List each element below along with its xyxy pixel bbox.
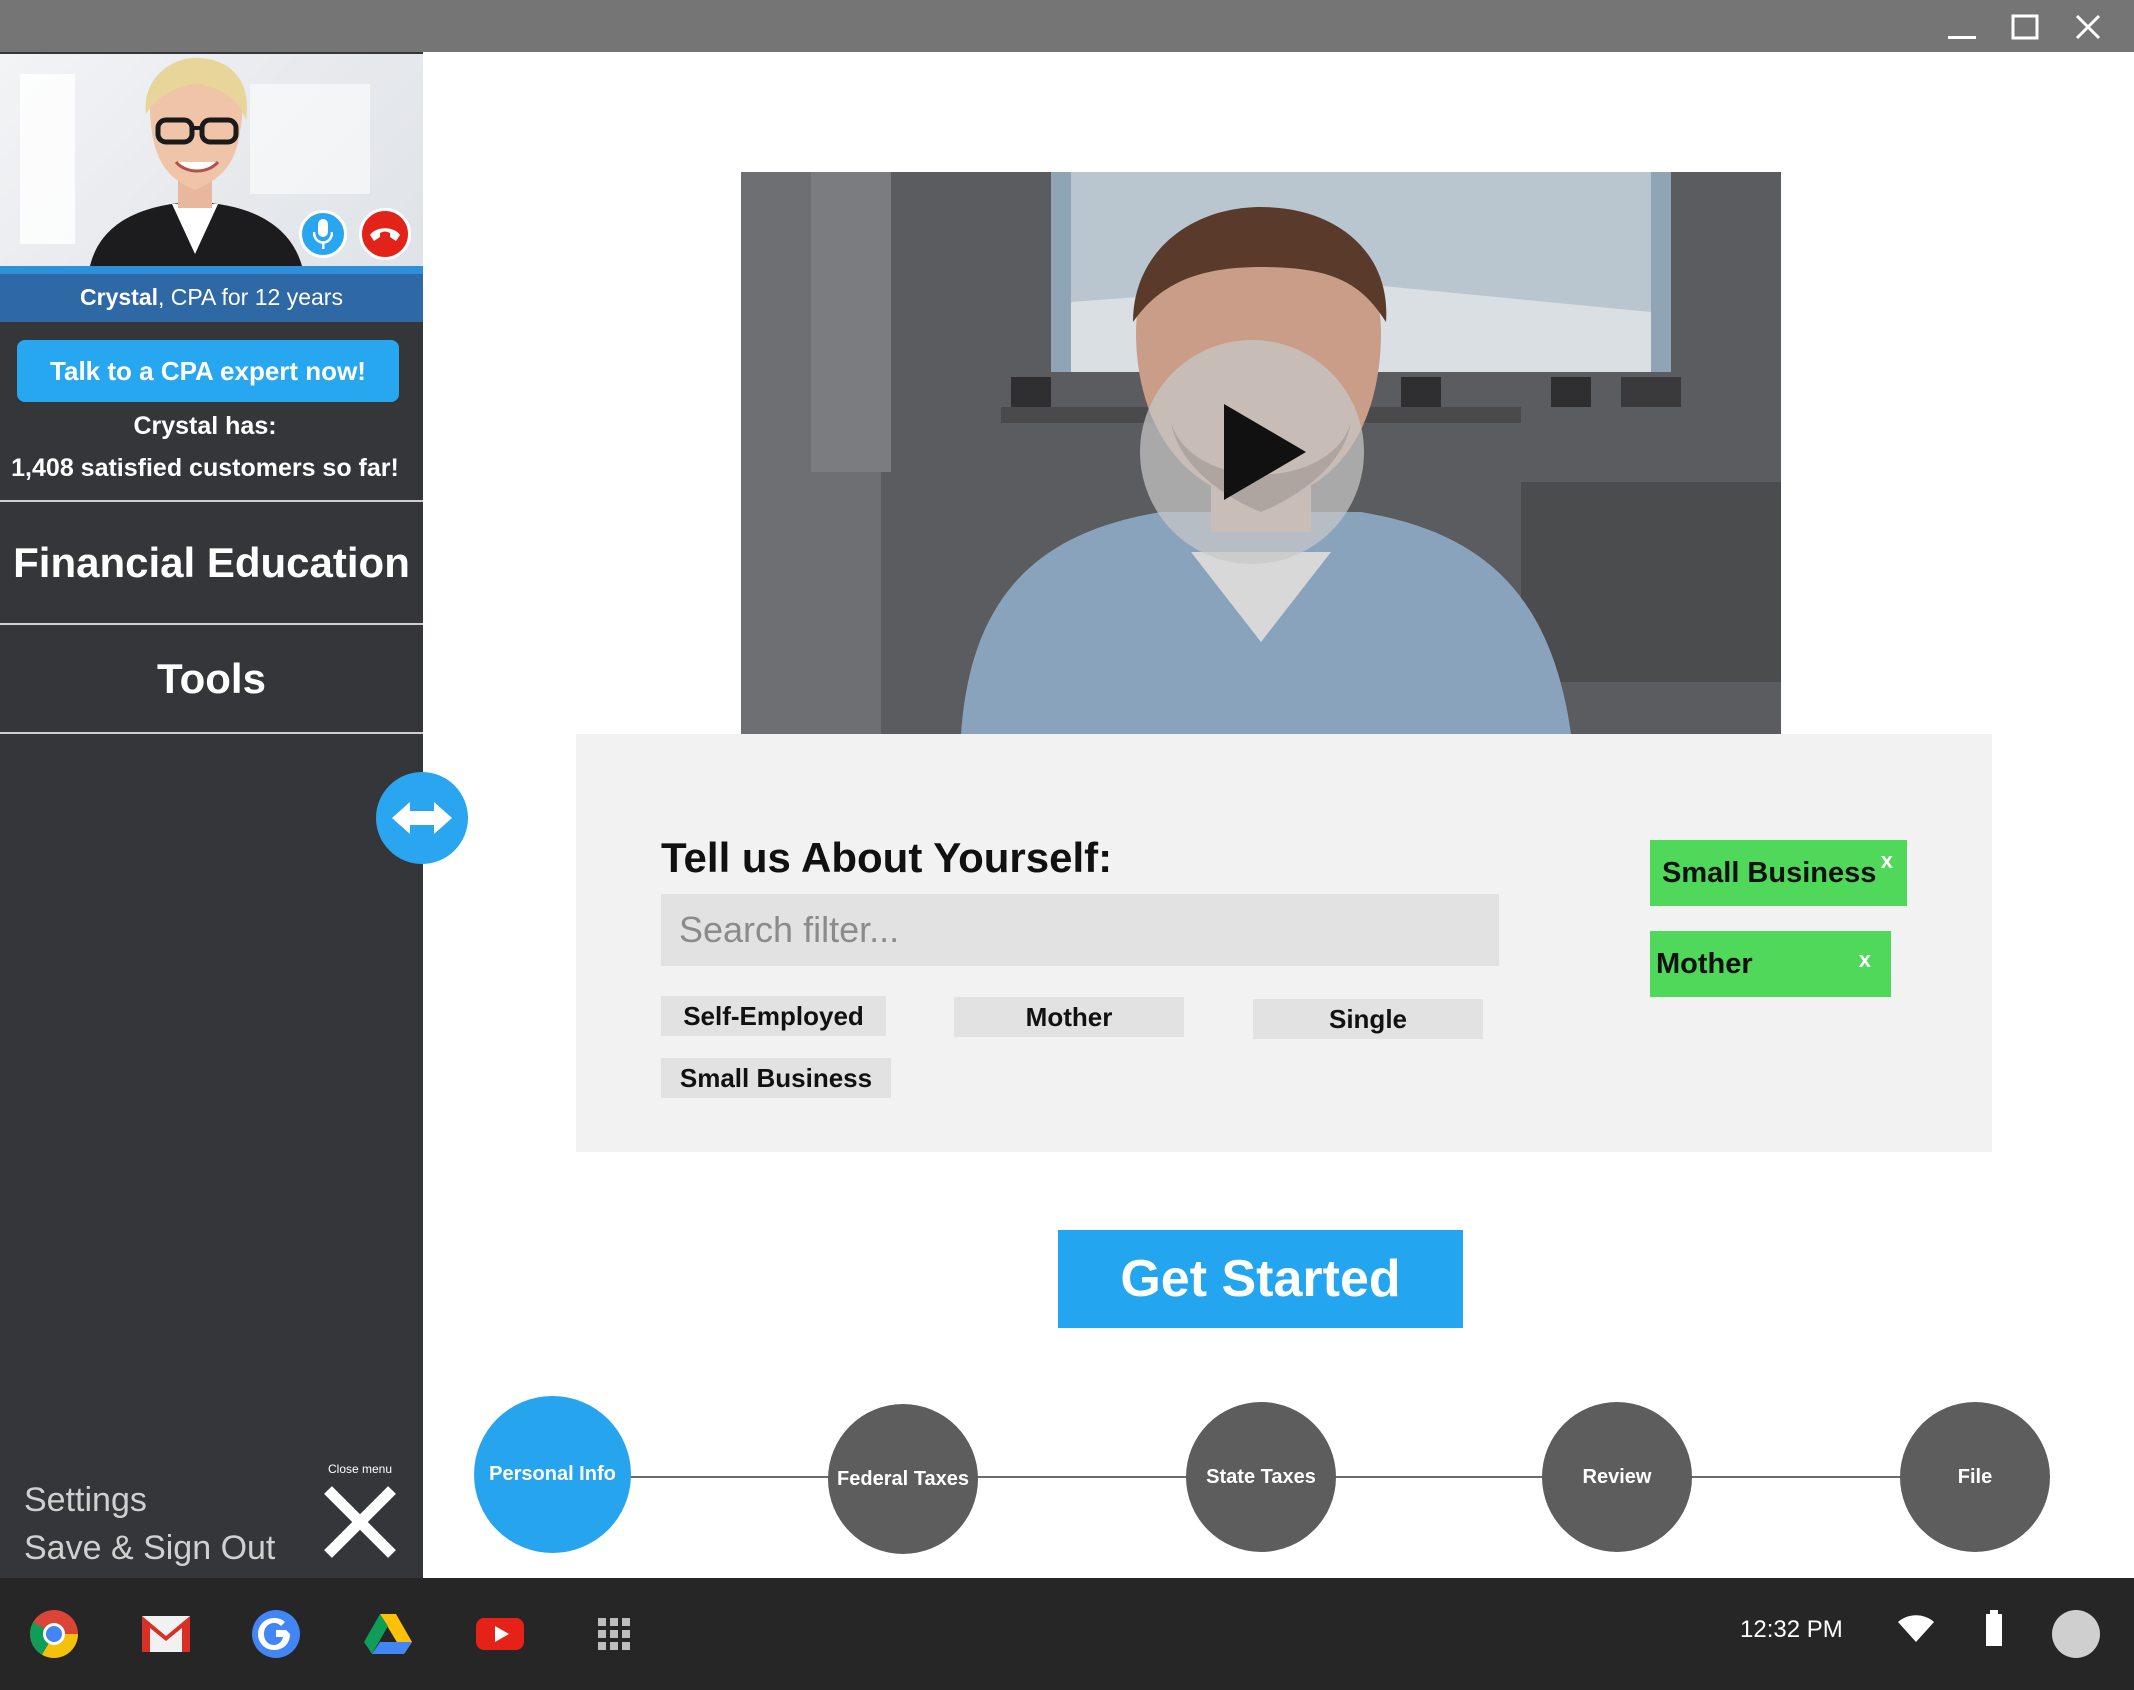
launcher-icon[interactable] [588, 1608, 640, 1660]
maximize-icon [2011, 14, 2039, 40]
nav-financial-education[interactable]: Financial Education [0, 503, 423, 623]
settings-link[interactable]: Settings [24, 1476, 275, 1524]
about-title: Tell us About Yourself: [661, 834, 1113, 881]
hang-up-button[interactable] [359, 208, 411, 260]
gmail-icon[interactable] [140, 1608, 192, 1660]
remove-tag-button[interactable]: x [1859, 927, 1871, 993]
agent-video-feed [0, 54, 423, 266]
chip-mother[interactable]: Mother [954, 997, 1184, 1037]
step-state-taxes[interactable]: State Taxes [1186, 1402, 1336, 1552]
system-clock[interactable]: 12:32 PM [1740, 1616, 1843, 1644]
double-arrow-icon [392, 802, 452, 834]
mic-button[interactable] [299, 210, 347, 258]
remove-tag-button[interactable]: x [1881, 828, 1893, 894]
intro-video[interactable] [741, 172, 1781, 734]
google-icon[interactable] [250, 1608, 302, 1660]
close-menu-label: Close menu [328, 1462, 393, 1476]
save-sign-out-link[interactable]: Save & Sign Out [24, 1524, 275, 1572]
sidebar-toggle-button[interactable] [376, 772, 468, 864]
talk-to-cpa-button[interactable]: Talk to a CPA expert now! [17, 340, 399, 402]
battery-icon[interactable] [1986, 1610, 2002, 1651]
play-button[interactable] [1140, 340, 1364, 564]
phone-hangup-icon [370, 228, 400, 241]
search-filter-input[interactable] [661, 894, 1499, 966]
step-personal-info[interactable]: Personal Info [474, 1396, 631, 1553]
about-yourself-panel: Tell us About Yourself: Self-Employed Mo… [576, 734, 1992, 1152]
wifi-icon[interactable] [1898, 1614, 1934, 1649]
window-titlebar [0, 0, 2134, 52]
customer-count-text: 1,408 satisfied customers so far! [11, 454, 399, 482]
selected-tag-small-business: Small Business x [1650, 840, 1907, 906]
get-started-button[interactable]: Get Started [1058, 1230, 1463, 1328]
drive-icon[interactable] [362, 1608, 414, 1660]
nav-divider [0, 732, 423, 734]
close-icon [2075, 14, 2101, 40]
agent-caption: Crystal, CPA for 12 years [0, 266, 423, 322]
minimize-icon [1948, 36, 1976, 39]
background-shelf [20, 74, 75, 244]
microphone-icon [313, 219, 333, 249]
account-links: Settings Save & Sign Out [24, 1476, 275, 1572]
minimize-button[interactable] [1935, 6, 1987, 46]
agent-avatar [90, 57, 302, 266]
close-window-button[interactable] [2061, 6, 2113, 46]
selected-tag-mother: Mother x [1650, 931, 1891, 997]
agent-name: Crystal [80, 284, 159, 310]
step-review[interactable]: Review [1542, 1402, 1692, 1552]
selected-tag-label: Small Business [1662, 857, 1877, 889]
maximize-button[interactable] [1998, 6, 2050, 46]
close-icon [324, 1486, 396, 1558]
step-file[interactable]: File [1900, 1402, 2050, 1552]
chip-small-business[interactable]: Small Business [661, 1058, 891, 1098]
play-icon [1224, 404, 1306, 500]
chrome-icon[interactable] [28, 1608, 80, 1660]
selected-tag-label: Mother [1656, 948, 1753, 980]
agent-has-label: Crystal has: [133, 412, 277, 440]
youtube-icon[interactable] [474, 1608, 526, 1660]
nav-divider [0, 500, 423, 502]
agent-credential: , CPA for 12 years [158, 284, 343, 310]
os-shelf: 12:32 PM [0, 1578, 2134, 1690]
nav-tools[interactable]: Tools [0, 625, 423, 732]
step-federal-taxes[interactable]: Federal Taxes [828, 1404, 978, 1554]
chip-single[interactable]: Single [1253, 999, 1483, 1039]
chip-self-employed[interactable]: Self-Employed [661, 996, 886, 1036]
sidebar: Crystal, CPA for 12 years Talk to a CPA … [0, 52, 423, 1578]
user-avatar[interactable] [2052, 1610, 2100, 1658]
close-menu-button[interactable] [320, 1482, 400, 1562]
